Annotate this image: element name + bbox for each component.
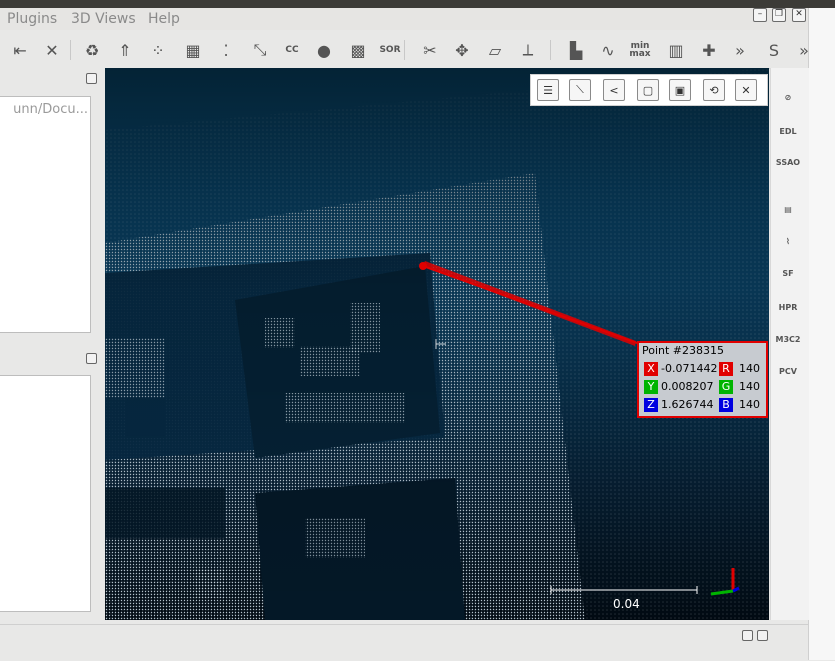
close-icon[interactable]: ✕ xyxy=(735,79,757,101)
viewport-toolbar: ☰ ⟍ < ▢ ▣ ⟲ ✕ xyxy=(530,74,768,106)
r-label: R xyxy=(719,362,733,376)
brush-icon[interactable]: ⌇ xyxy=(775,228,801,254)
overflow2-icon[interactable]: » xyxy=(792,38,816,62)
minmax-icon[interactable]: min max xyxy=(628,38,652,62)
dock-float-icon-2[interactable] xyxy=(86,353,97,364)
menu-plugins[interactable]: Plugins xyxy=(7,11,57,27)
main-toolbar: ⇤ ✕ ♻ ⇑ ⁘ ▦ ⁚ ⤡ CC ● ▩ SOR ✂ ✥ ▱ ⟂ ▙ ∿ min max ▥ ✚» S» xyxy=(0,32,809,69)
point-label-title: Point #238315 xyxy=(642,344,725,357)
b-label: B xyxy=(719,398,733,412)
merge-icon[interactable]: ♻ xyxy=(80,38,104,62)
properties-panel xyxy=(0,375,91,612)
sor-icon[interactable]: SOR xyxy=(378,38,402,62)
right-edge-panel xyxy=(808,8,835,660)
z-value: 1.626744 xyxy=(661,398,714,411)
save-icon[interactable]: ▣ xyxy=(669,79,691,101)
scale-bar-label: 0.04 xyxy=(613,597,640,611)
toolbar-separator xyxy=(70,40,71,60)
menu-bar: Plugins 3D Views Help – ❐ ✕ xyxy=(0,8,808,30)
console-dock xyxy=(0,624,808,661)
stop-icon[interactable]: ⊘ xyxy=(775,84,801,110)
menu-help[interactable]: Help xyxy=(148,11,180,27)
hpr-icon[interactable]: HPR xyxy=(775,294,801,320)
subsample-icon[interactable]: ⁘ xyxy=(146,38,170,62)
line-tool-icon[interactable]: ⟍ xyxy=(569,79,591,101)
restore-button[interactable]: ❐ xyxy=(772,8,786,22)
resample-icon[interactable]: ⤡ xyxy=(248,38,272,62)
overflow-icon[interactable]: » xyxy=(728,38,752,62)
close-window-button[interactable]: ✕ xyxy=(792,8,806,22)
plus-icon[interactable]: ✚ xyxy=(697,38,721,62)
gauss-icon[interactable]: ∿ xyxy=(596,38,620,62)
ssao-icon[interactable]: SSAO xyxy=(775,149,801,175)
pcv-icon[interactable]: PCV xyxy=(775,358,801,384)
g-value: 140 xyxy=(739,380,760,393)
checker-icon[interactable]: ▩ xyxy=(346,38,370,62)
delete-icon[interactable]: ✕ xyxy=(40,38,64,62)
point-label[interactable]: Point #238315 X -0.071442 R 140 Y 0.0082… xyxy=(637,341,768,418)
edl-icon[interactable]: EDL xyxy=(775,118,801,144)
r-value: 140 xyxy=(739,362,760,375)
title-strip xyxy=(0,0,835,8)
g-label: G xyxy=(719,380,733,394)
minimize-button[interactable]: – xyxy=(753,8,767,22)
toolbar-separator xyxy=(404,40,405,60)
dock-float-icon[interactable] xyxy=(86,73,97,84)
normals-icon[interactable]: ⇑ xyxy=(113,38,137,62)
x-value: -0.071442 xyxy=(661,362,718,375)
db-tree-path[interactable]: unn/Docu... xyxy=(0,102,88,117)
z-label: Z xyxy=(644,398,658,412)
frame-icon[interactable]: ▢ xyxy=(637,79,659,101)
segment-icon[interactable]: ⇤ xyxy=(8,38,32,62)
cloud-icon[interactable]: ▦ xyxy=(181,38,205,62)
cc-icon[interactable]: CC xyxy=(280,38,304,62)
console-close-icon[interactable] xyxy=(757,630,768,641)
film-icon[interactable]: ▤ xyxy=(775,196,801,222)
y-value: 0.008207 xyxy=(661,380,714,393)
menu-3d-views[interactable]: 3D Views xyxy=(71,11,136,27)
plane-icon[interactable]: ▱ xyxy=(483,38,507,62)
side-tools: ⊘ EDL SSAO ▤ ⌇ SF HPR M3C2 PCV xyxy=(775,68,803,418)
x-label: X xyxy=(644,362,658,376)
histogram-icon[interactable]: ▙ xyxy=(564,38,588,62)
noise-icon[interactable]: ⁚ xyxy=(214,38,238,62)
sf-icon[interactable]: SF xyxy=(775,260,801,286)
translate-icon[interactable]: ✥ xyxy=(450,38,474,62)
b-value: 140 xyxy=(739,398,760,411)
m3c2-icon[interactable]: M3C2 xyxy=(775,326,801,352)
reset-icon[interactable]: ⟲ xyxy=(703,79,725,101)
share-icon[interactable]: < xyxy=(603,79,625,101)
db-tree-panel: unn/Docu... xyxy=(0,96,91,333)
y-label: Y xyxy=(644,380,658,394)
axis-icon[interactable]: ⟂ xyxy=(516,38,540,62)
scissors-icon[interactable]: ✂ xyxy=(418,38,442,62)
label-list-icon[interactable]: ☰ xyxy=(537,79,559,101)
trash-icon[interactable]: ▥ xyxy=(664,38,688,62)
color-icon[interactable]: ● xyxy=(312,38,336,62)
toolbar-separator xyxy=(550,40,551,60)
console-float-icon[interactable] xyxy=(742,630,753,641)
s-icon[interactable]: S xyxy=(762,38,786,62)
